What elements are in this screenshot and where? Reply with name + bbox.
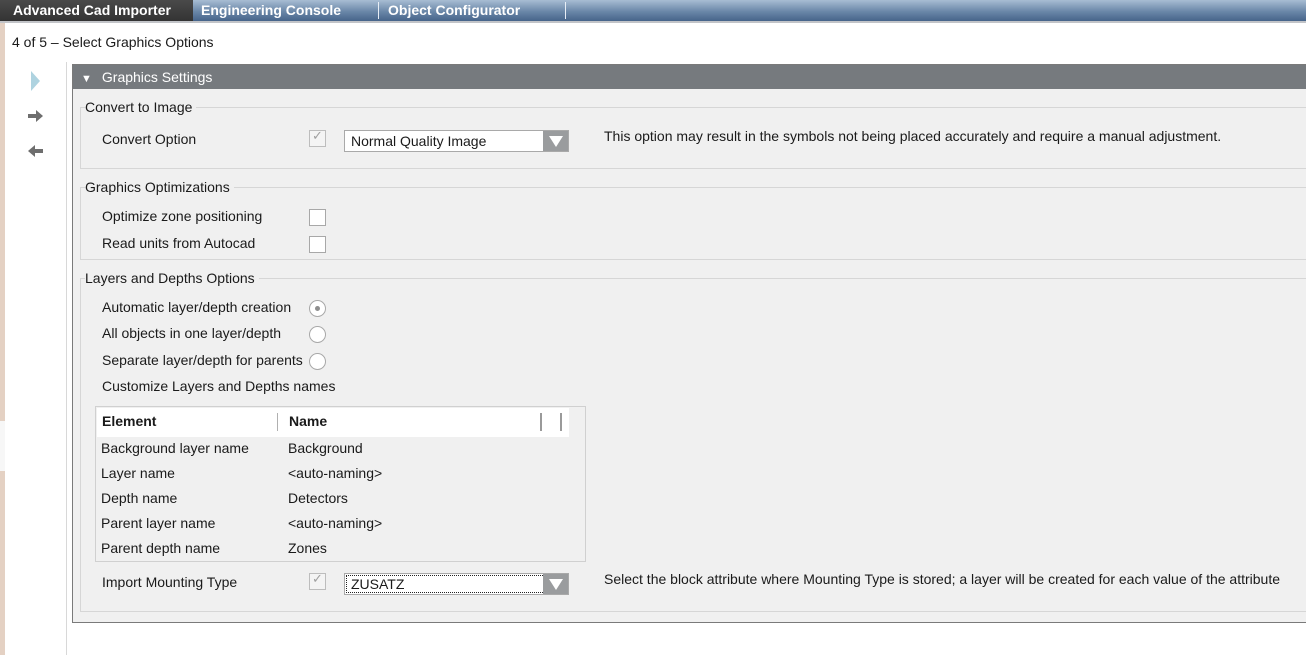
radio-one-layer-depth[interactable] xyxy=(309,326,326,343)
chevron-down-icon[interactable] xyxy=(543,131,568,151)
app-tab-bar: Advanced Cad Importer Engineering Consol… xyxy=(0,0,1306,23)
mounting-attribute-value: ZUSATZ xyxy=(351,576,405,592)
tab-advanced-cad-importer[interactable]: Advanced Cad Importer xyxy=(0,0,193,21)
column-header-element[interactable]: Element xyxy=(102,413,156,429)
mounting-hint: Select the block attribute where Mountin… xyxy=(604,571,1281,587)
play-triangle-icon[interactable] xyxy=(26,70,46,91)
cell-element: Layer name xyxy=(101,465,175,481)
cell-element: Parent depth name xyxy=(101,540,221,556)
column-header-name[interactable]: Name xyxy=(289,413,327,429)
radio-label-one-layer: All objects in one layer/depth xyxy=(102,325,281,341)
layers-depths-group: Layers and Depths Options Automatic laye… xyxy=(80,270,1306,612)
image-quality-dropdown[interactable]: Normal Quality Image xyxy=(344,130,569,152)
tab-engineering-console[interactable]: Engineering Console xyxy=(188,0,378,21)
column-resizer[interactable] xyxy=(277,413,278,431)
arrow-left-icon[interactable] xyxy=(26,142,46,162)
tab-object-configurator[interactable]: Object Configurator xyxy=(375,0,565,21)
customize-names-label: Customize Layers and Depths names xyxy=(102,378,336,394)
graphics-settings-panel: ▼ Graphics Settings Convert to Image Conv… xyxy=(72,64,1306,623)
tab-separator xyxy=(565,2,566,19)
convert-to-image-group: Convert to Image Convert Option Normal Q… xyxy=(80,99,1306,169)
radio-label-separate: Separate layer/depth for parents xyxy=(102,352,303,368)
layers-names-table: Element Name Background layer name Backg… xyxy=(95,406,586,562)
cell-name[interactable]: Detectors xyxy=(288,490,348,506)
graphics-settings-header[interactable]: ▼ Graphics Settings xyxy=(73,65,1306,89)
cell-element: Background layer name xyxy=(101,440,249,456)
radio-separate-layer-depth[interactable] xyxy=(309,353,326,370)
cell-name[interactable]: Zones xyxy=(288,540,327,556)
optimize-zone-checkbox[interactable] xyxy=(309,209,326,226)
window-edge xyxy=(0,23,5,655)
image-quality-value: Normal Quality Image xyxy=(351,133,487,149)
convert-option-hint: This option may result in the symbols no… xyxy=(604,128,1222,144)
column-resizer[interactable] xyxy=(540,413,542,431)
cell-element: Depth name xyxy=(101,490,178,506)
cell-name[interactable]: <auto-naming> xyxy=(288,515,382,531)
import-mounting-checkbox[interactable] xyxy=(309,572,326,590)
chevron-down-icon[interactable] xyxy=(543,574,568,594)
cell-name[interactable]: Background xyxy=(288,440,363,456)
step-title: 4 of 5 – Select Graphics Options xyxy=(12,34,214,50)
table-header: Element Name xyxy=(97,408,569,437)
radio-label-automatic: Automatic layer/depth creation xyxy=(102,299,292,315)
panel-title: Graphics Settings xyxy=(101,69,213,85)
nav-divider xyxy=(66,62,67,655)
radio-automatic-layer-depth[interactable] xyxy=(309,300,326,317)
collapse-triangle-icon[interactable]: ▼ xyxy=(81,67,92,91)
group-title: Layers and Depths Options xyxy=(85,270,259,286)
cell-element: Parent layer name xyxy=(101,515,216,531)
read-units-checkbox[interactable] xyxy=(309,236,326,253)
group-title: Graphics Optimizations xyxy=(85,179,234,195)
convert-option-checkbox[interactable] xyxy=(309,129,326,147)
read-units-label: Read units from Autocad xyxy=(102,235,256,251)
cell-name[interactable]: <auto-naming> xyxy=(288,465,382,481)
column-resizer[interactable] xyxy=(560,413,562,431)
import-mounting-label: Import Mounting Type xyxy=(102,574,238,590)
mounting-attribute-dropdown[interactable]: ZUSATZ xyxy=(344,573,569,595)
group-title: Convert to Image xyxy=(85,99,197,115)
graphics-optimizations-group: Graphics Optimizations Optimize zone pos… xyxy=(80,179,1306,260)
optimize-zone-label: Optimize zone positioning xyxy=(102,208,263,224)
arrow-right-icon[interactable] xyxy=(26,107,46,127)
convert-option-label: Convert Option xyxy=(102,131,197,147)
